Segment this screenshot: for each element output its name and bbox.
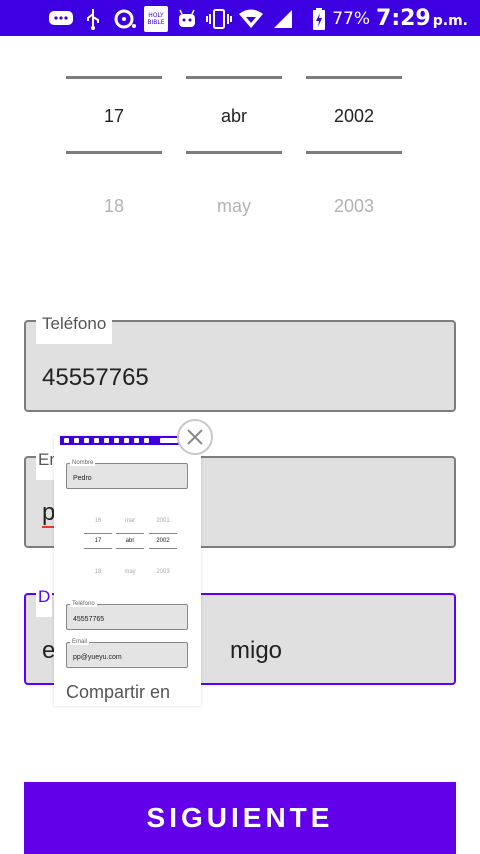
preview-email-field: Email pp@yueyu.com: [66, 639, 188, 668]
day-top-divider: [66, 76, 162, 79]
wifi-icon: [238, 7, 264, 31]
month-bottom-divider: [186, 151, 282, 154]
preview-name-value: Pedro: [73, 475, 92, 482]
preview-month-prev: mar: [124, 518, 136, 524]
preview-day: 17: [94, 538, 102, 544]
preview-status-dot: [144, 438, 149, 443]
preview-status-dot: [104, 438, 109, 443]
phone-label: Teléfono: [36, 312, 113, 344]
year-next[interactable]: 2003: [306, 196, 402, 217]
preview-day-col: 17: [84, 533, 112, 549]
lens-icon: [112, 7, 138, 31]
preview-status-dot: [94, 438, 99, 443]
preview-year-next: 2003: [156, 569, 170, 575]
preview-status-time: [160, 438, 178, 443]
preview-year-prev: 2001: [156, 518, 170, 524]
month-next[interactable]: may: [186, 196, 282, 217]
preview-divider: [84, 548, 112, 549]
date-picker: 17 18 abr may 2002 2003: [0, 36, 480, 236]
preview-status-dot: [64, 438, 69, 443]
preview-name-field: Nombre Pedro: [66, 460, 188, 489]
clock-time: 7:29: [376, 6, 431, 31]
preview-month-next: may: [124, 569, 136, 575]
preview-email-label: Email: [70, 639, 90, 645]
preview-phone-value: 45557765: [73, 616, 105, 623]
preview-divider: [149, 548, 177, 549]
clock-ampm: p.m.: [432, 13, 468, 29]
day-bottom-divider: [66, 151, 162, 154]
usb-icon: [80, 7, 106, 31]
preview-divider: [116, 548, 144, 549]
preview-day-next: 18: [94, 569, 102, 575]
preview-year-col: 2002: [149, 533, 177, 549]
preview-phone-field: Teléfono 45557765: [66, 601, 188, 630]
description-value-tail[interactable]: migo: [230, 637, 282, 665]
next-button[interactable]: SIGUIENTE: [24, 782, 456, 854]
share-screenshot-overlay[interactable]: Nombre Pedro 16 mar 2001 17 abr 2002 18 …: [54, 436, 201, 706]
phone-field[interactable]: Teléfono 45557765: [24, 312, 456, 412]
screenshot-preview[interactable]: Nombre Pedro 16 mar 2001 17 abr 2002 18 …: [60, 445, 195, 685]
share-label[interactable]: Compartir en: [66, 682, 170, 703]
phone-value[interactable]: 45557765: [42, 364, 149, 392]
battery-icon: [312, 7, 326, 31]
battery-percent: 77%: [332, 8, 371, 29]
preview-year: 2002: [156, 538, 170, 544]
preview-email-value: pp@yueyu.com: [73, 654, 122, 661]
preview-status-dot: [114, 438, 119, 443]
close-icon[interactable]: [177, 419, 213, 455]
preview-month-col: abr: [116, 533, 144, 549]
status-bar: HOLY BIBLE 77% 7:29 p.m.: [0, 0, 480, 36]
month-selected[interactable]: abr: [186, 106, 282, 127]
vibrate-icon: [206, 7, 232, 31]
status-right: 77% 7:29 p.m.: [312, 6, 468, 31]
robot-icon: [174, 7, 200, 31]
signal-icon: [270, 7, 296, 31]
year-top-divider: [306, 76, 402, 79]
day-selected[interactable]: 17: [66, 106, 162, 127]
preview-status-bar: [60, 436, 184, 445]
preview-month: abr: [125, 538, 135, 544]
preview-name-label: Nombre: [70, 460, 96, 466]
preview-day-prev: 16: [94, 518, 102, 524]
notification-icons: HOLY BIBLE: [48, 6, 296, 32]
preview-status-dot: [84, 438, 89, 443]
description-label: D: [36, 585, 53, 617]
preview-status-dot: [74, 438, 79, 443]
preview-status-dot: [134, 438, 139, 443]
year-selected[interactable]: 2002: [306, 106, 402, 127]
clock: 7:29 p.m.: [376, 6, 468, 31]
chat-icon: [48, 7, 74, 31]
month-top-divider: [186, 76, 282, 79]
preview-status-dot: [124, 438, 129, 443]
preview-phone-label: Teléfono: [70, 601, 97, 607]
year-bottom-divider: [306, 151, 402, 154]
holy-bible-icon: HOLY BIBLE: [144, 6, 168, 32]
day-next[interactable]: 18: [66, 196, 162, 217]
